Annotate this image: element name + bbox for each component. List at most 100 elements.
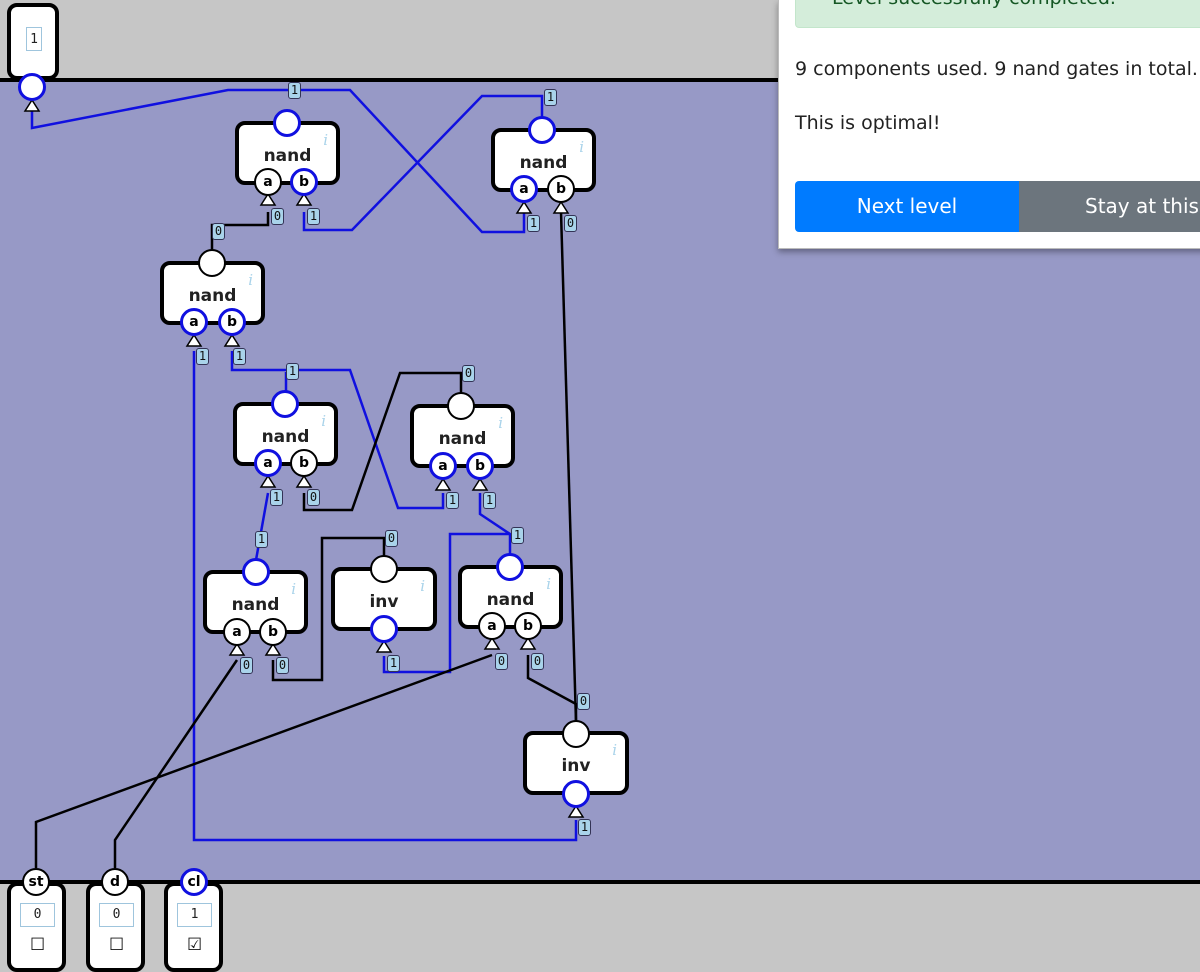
input-arrow (552, 200, 570, 214)
gate-output-connector[interactable] (242, 558, 270, 586)
wire-value: 0 (240, 657, 253, 674)
info-icon[interactable]: i (546, 575, 551, 593)
wire-value: 0 (276, 657, 289, 674)
level-complete-panel: Level successfully completed. 9 componen… (778, 0, 1200, 249)
gate-label: nand (263, 146, 312, 166)
wire-value: 0 (531, 653, 544, 670)
input-checkbox[interactable]: ☑ (187, 936, 202, 954)
info-icon[interactable]: i (291, 580, 296, 598)
gate-label: inv (369, 592, 399, 612)
input-arrow (223, 333, 241, 347)
gate-label: nand (231, 595, 280, 615)
input-arrow (434, 477, 452, 491)
wire-value: 0 (212, 223, 225, 240)
gate-label: nand (486, 590, 535, 610)
gate-output-connector[interactable] (562, 720, 590, 748)
output-connector[interactable] (18, 73, 46, 101)
gate-input-a[interactable]: a (510, 175, 538, 203)
next-level-button[interactable]: Next level (795, 181, 1019, 232)
input-arrow (259, 474, 277, 488)
gate-label: nand (261, 427, 310, 447)
wire-value: 1 (483, 492, 496, 509)
gate-output-connector[interactable] (271, 390, 299, 418)
wire-value: 1 (233, 348, 246, 365)
input-connector-cl[interactable]: cl (180, 868, 208, 896)
wire-value: 0 (271, 208, 284, 225)
wire (559, 211, 578, 723)
input-value: 1 (177, 903, 212, 927)
input-checkbox[interactable]: ☐ (109, 936, 124, 954)
output-value: 1 (26, 27, 42, 51)
gate-input-a[interactable]: a (223, 618, 251, 646)
wire-value: 1 (578, 819, 591, 836)
gate-input-b[interactable]: b (290, 449, 318, 477)
wire (34, 653, 493, 868)
wire-value: 1 (511, 527, 524, 544)
gate-label: nand (438, 429, 487, 449)
info-icon[interactable]: i (420, 577, 425, 595)
gate-input-b[interactable]: b (547, 175, 575, 203)
input-connector-st[interactable]: st (22, 868, 50, 896)
success-alert: Level successfully completed. (795, 0, 1200, 28)
gate-input-a[interactable]: a (180, 308, 208, 336)
wire-value: 0 (495, 653, 508, 670)
gate-label: nand (188, 286, 237, 306)
input-arrow (295, 474, 313, 488)
output-pin: 1 (7, 3, 59, 80)
gate-output-connector[interactable] (528, 116, 556, 144)
gate-output-connector[interactable] (370, 555, 398, 583)
input-arrow (515, 200, 533, 214)
success-message: Level successfully completed. (832, 0, 1116, 9)
wire-value: 1 (527, 215, 540, 232)
wire-value: 1 (288, 82, 301, 99)
input-arrow (23, 98, 41, 112)
input-checkbox[interactable]: ☐ (30, 936, 45, 954)
gate-input-b[interactable]: b (290, 168, 318, 196)
input-connector-d[interactable]: d (101, 868, 129, 896)
wire-value: 0 (307, 489, 320, 506)
wire-value: 1 (196, 348, 209, 365)
wire-value: 0 (577, 693, 590, 710)
gate-input-b[interactable]: b (466, 452, 494, 480)
components-summary: 9 components used. 9 nand gates in total… (795, 58, 1198, 80)
gate-output-connector[interactable] (273, 109, 301, 137)
gate-label: nand (519, 153, 568, 173)
gate-input[interactable] (370, 615, 398, 643)
gate-input-a[interactable]: a (254, 449, 282, 477)
wire-value: 1 (286, 363, 299, 380)
info-icon[interactable]: i (321, 412, 326, 430)
gate-input-a[interactable]: a (254, 168, 282, 196)
input-value: 0 (20, 903, 55, 927)
gate-input-a[interactable]: a (429, 452, 457, 480)
wire-value: 0 (564, 215, 577, 232)
wire (113, 659, 239, 868)
optimal-message: This is optimal! (795, 112, 941, 134)
wire-value: 1 (544, 89, 557, 106)
wire-value: 0 (385, 530, 398, 547)
info-icon[interactable]: i (323, 131, 328, 149)
input-value: 0 (99, 903, 134, 927)
gate-output-connector[interactable] (198, 249, 226, 277)
gate-input[interactable] (562, 780, 590, 808)
wire (254, 492, 270, 561)
info-icon[interactable]: i (579, 138, 584, 156)
input-arrow (185, 333, 203, 347)
stay-level-button[interactable]: Stay at this level (1019, 181, 1200, 232)
wire-value: 1 (307, 208, 320, 225)
gate-label: inv (561, 756, 591, 776)
gate-input-b[interactable]: b (259, 618, 287, 646)
input-arrow (471, 477, 489, 491)
info-icon[interactable]: i (248, 271, 253, 289)
info-icon[interactable]: i (612, 741, 617, 759)
gate-output-connector[interactable] (496, 553, 524, 581)
wire-value: 1 (270, 489, 283, 506)
info-icon[interactable]: i (498, 414, 503, 432)
wire-value: 1 (255, 531, 268, 548)
gate-output-connector[interactable] (447, 392, 475, 420)
wire-value: 1 (387, 655, 400, 672)
gate-input-b[interactable]: b (218, 308, 246, 336)
gate-input-a[interactable]: a (478, 612, 506, 640)
wire-value: 0 (462, 365, 475, 382)
gate-input-b[interactable]: b (514, 612, 542, 640)
wire-value: 1 (446, 492, 459, 509)
